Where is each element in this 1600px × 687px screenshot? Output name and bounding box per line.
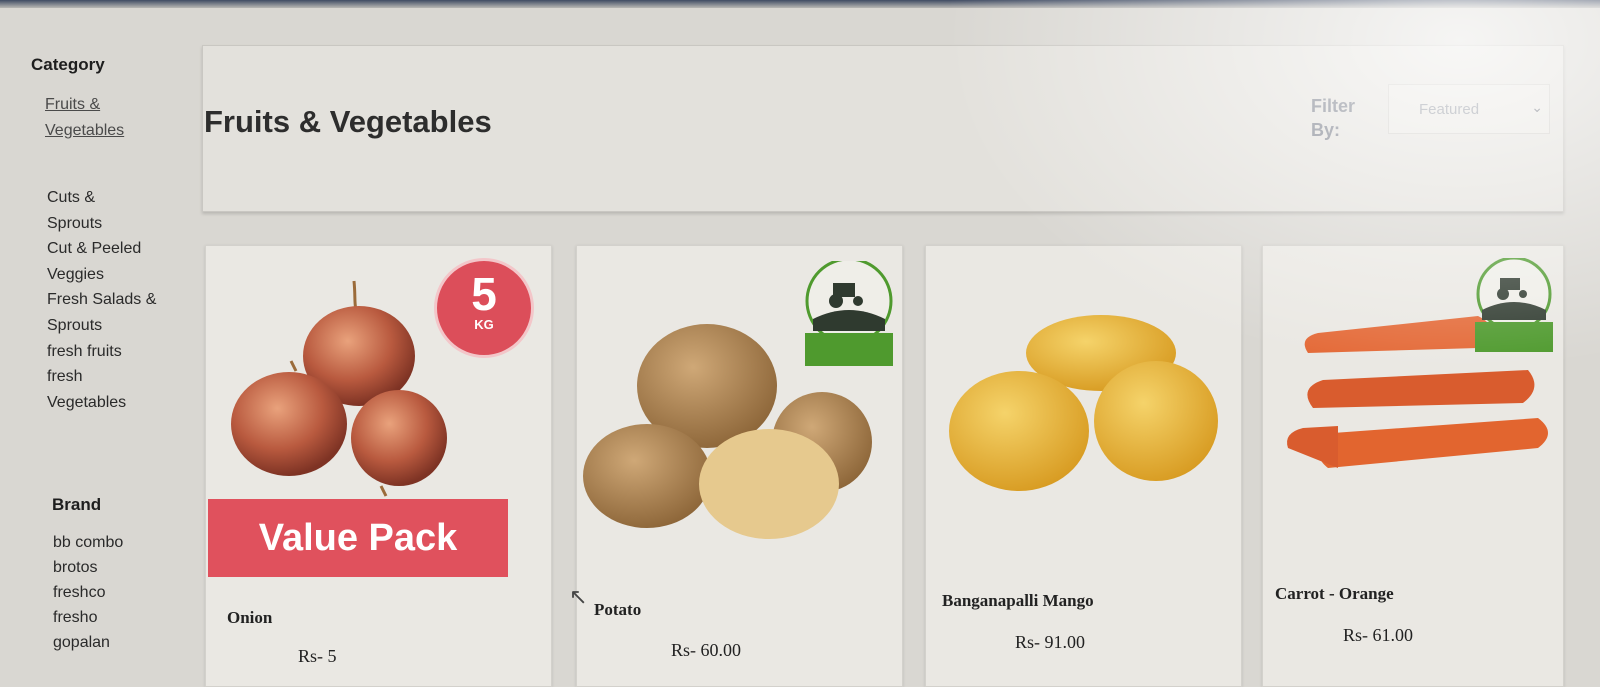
- category-list: Cuts & Sprouts Cut & Peeled Veggies Fres…: [47, 185, 187, 415]
- weight-badge: 5 KG: [434, 258, 534, 358]
- brand-item-gopalan[interactable]: gopalan: [53, 630, 123, 655]
- product-price: Rs- 5: [298, 646, 337, 666]
- farm-badge-icon: [805, 261, 893, 366]
- page-title: Fruits & Vegetables: [204, 104, 492, 139]
- brand-item-fresho[interactable]: fresho: [53, 605, 123, 630]
- product-card-potato[interactable]: Potato Rs- 60.00: [576, 245, 903, 687]
- mouse-cursor-icon: ↖: [569, 584, 588, 609]
- chevron-down-icon: ⌄: [1531, 99, 1543, 115]
- category-header: Fruits & Vegetables Filter By: Featured …: [202, 45, 1564, 212]
- category-link-active[interactable]: Fruits & Vegetables: [45, 92, 165, 144]
- brand-list: bb combo brotos freshco fresho gopalan: [53, 530, 123, 655]
- weight-badge-number: 5: [471, 268, 497, 320]
- category-heading: Category: [31, 55, 105, 74]
- filter-label: Filter By:: [1311, 96, 1356, 140]
- category-item-fresh-fruits[interactable]: fresh fruits: [47, 339, 187, 365]
- filter-selected-value: Featured: [1419, 101, 1480, 118]
- product-card-mango[interactable]: Banganapalli Mango Rs- 91.00: [925, 245, 1242, 687]
- brand-item-bb-combo[interactable]: bb combo: [53, 530, 123, 555]
- product-name: Carrot - Orange: [1275, 584, 1394, 603]
- product-card-carrot[interactable]: Carrot - Orange Rs- 61.00: [1262, 245, 1564, 687]
- filter-select[interactable]: Featured ⌄: [1388, 84, 1550, 134]
- farm-badge-icon: [1475, 258, 1553, 352]
- product-card-onion[interactable]: 5 KG Value Pack Onion Rs- 5: [205, 245, 552, 687]
- product-price: Rs- 91.00: [1015, 632, 1086, 652]
- brand-heading: Brand: [52, 495, 102, 514]
- product-name: Banganapalli Mango: [942, 591, 1094, 610]
- product-price: Rs- 61.00: [1343, 625, 1414, 645]
- category-item-fresh-vegetables[interactable]: fresh Vegetables: [47, 364, 142, 415]
- brand-item-brotos[interactable]: brotos: [53, 555, 123, 580]
- brand-item-freshco[interactable]: freshco: [53, 580, 123, 605]
- mango-image: [949, 315, 1218, 491]
- top-bar-edge: [0, 0, 1600, 8]
- product-price: Rs- 60.00: [671, 640, 742, 660]
- category-item-cut-peeled[interactable]: Cut & Peeled Veggies: [47, 236, 159, 287]
- product-name: Potato: [594, 600, 642, 619]
- product-name: Onion: [227, 608, 273, 627]
- category-item-fresh-salads[interactable]: Fresh Salads & Sprouts: [47, 287, 159, 338]
- category-item-cuts-sprouts[interactable]: Cuts & Sprouts: [47, 185, 117, 236]
- value-pack-banner: Value Pack: [208, 499, 508, 577]
- weight-badge-unit: KG: [474, 317, 494, 332]
